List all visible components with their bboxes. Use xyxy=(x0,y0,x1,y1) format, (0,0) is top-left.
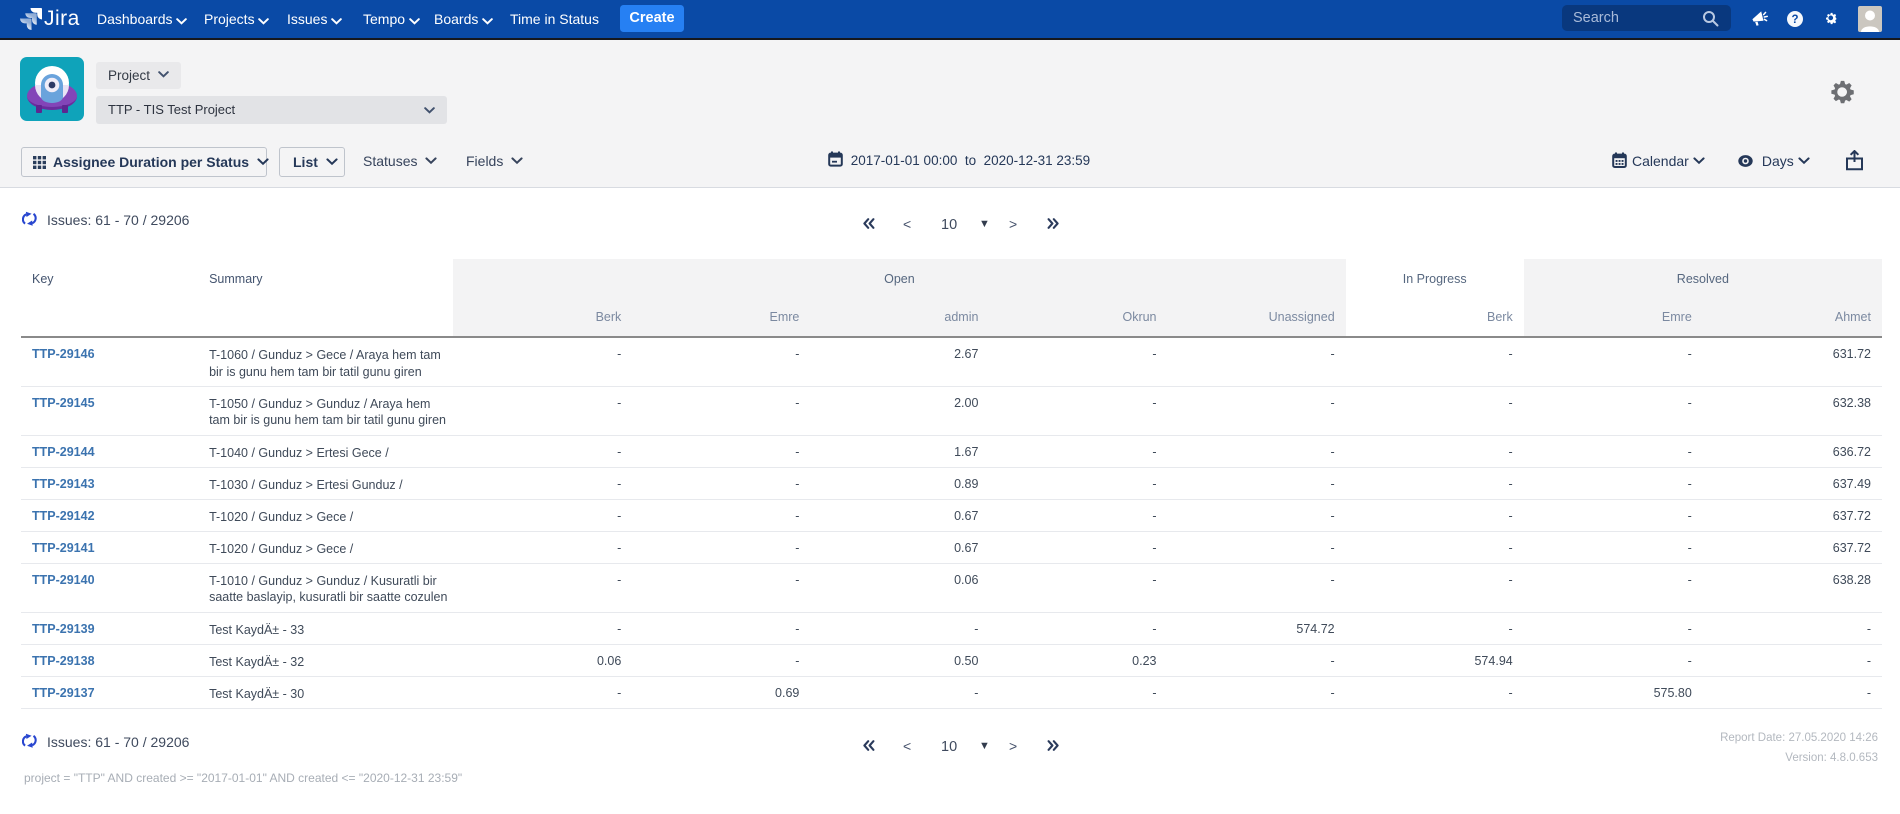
svg-text:?: ? xyxy=(1791,14,1798,26)
